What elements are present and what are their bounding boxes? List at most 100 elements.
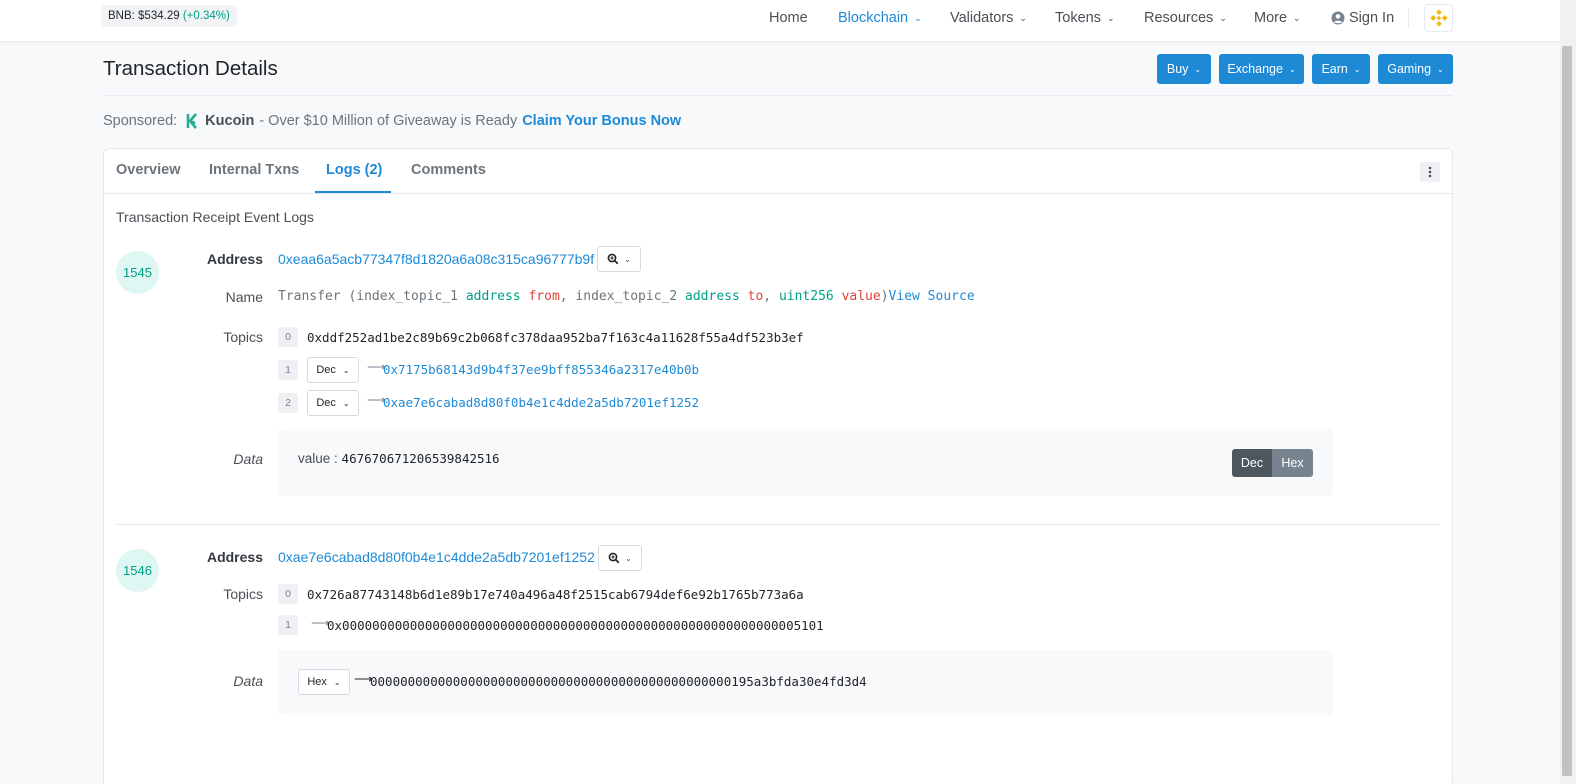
raw-data-hex: 0000000000000000000000000000000000000000… (370, 674, 867, 689)
kucoin-logo-icon (186, 113, 198, 129)
claim-bonus-link[interactable]: Claim Your Bonus Now (522, 113, 681, 129)
tab-overview[interactable]: Overview (116, 162, 181, 178)
view-source-link[interactable]: View Source (889, 289, 975, 304)
param-type: address (465, 289, 521, 304)
topic-index: 2 (278, 393, 298, 413)
bnb-logo-icon (1429, 9, 1448, 27)
decoded-value-label: value : (298, 451, 338, 466)
nav-home-label: Home (769, 10, 808, 26)
data-label: Data (233, 451, 263, 467)
chevron-down-icon: ⌄ (1437, 64, 1444, 74)
raw-data-value: 0000000000000000000000000000000000000000… (370, 674, 867, 689)
address-label: Address (206, 549, 263, 565)
dec-toggle-button[interactable]: Dec (1232, 449, 1272, 477)
topic-value: 0xddf252ad1be2c89b69c2b068fc378daa952ba7… (307, 330, 804, 345)
sign-in-label: Sign In (1349, 10, 1395, 26)
hex-toggle-button[interactable]: Hex (1272, 449, 1313, 477)
chevron-down-icon: ⌄ (1106, 12, 1115, 23)
buy-button[interactable]: Buy ⌄ (1157, 54, 1211, 84)
topic-value: 0x00000000000000000000000000000000000000… (327, 618, 824, 633)
topic-index: 0 (278, 327, 298, 347)
chevron-down-icon: ⌄ (1219, 12, 1227, 23)
nav-tokens[interactable]: Tokens ⌄ (1055, 0, 1115, 36)
chevron-down-icon: ⌄ (914, 12, 922, 23)
sponsor-brand[interactable]: Kucoin (205, 113, 254, 129)
user-circle-icon (1331, 11, 1345, 25)
sign-in-link[interactable]: Sign In (1331, 0, 1394, 36)
nav-home[interactable]: Home (769, 0, 808, 36)
param-type: uint256 (778, 289, 834, 304)
transaction-card: Overview Internal Txns Logs (2) Comments… (103, 148, 1453, 784)
topic-address-link[interactable]: 0xae7e6cabad8d80f0b4e1c4dde2a5db7201ef12… (383, 395, 699, 410)
log-index-badge: 1546 (116, 549, 159, 592)
sponsored-banner: Sponsored: Kucoin - Over $10 Million of … (103, 111, 681, 131)
bnb-price: BNB: $534.29 (108, 10, 180, 22)
name-label: Name (225, 289, 263, 305)
chevron-down-icon: ⌄ (1353, 64, 1361, 74)
tab-logs[interactable]: Logs (2) (326, 162, 382, 178)
search-plus-icon (608, 552, 620, 564)
tab-comments[interactable]: Comments (411, 162, 486, 178)
event-signature-suffix: ) (880, 289, 889, 304)
log-address-link[interactable]: 0xae7e6cabad8d80f0b4e1c4dde2a5db7201ef12… (278, 549, 595, 565)
decoded-value: value : 467670671206539842516 (298, 451, 500, 466)
chevron-down-icon: ⌄ (1019, 12, 1027, 23)
dec-hex-toggle: Dec Hex (1232, 449, 1313, 477)
topic-address-link[interactable]: 0x7175b68143d9b4f37ee9bff855346a2317e40b… (383, 362, 699, 377)
topics-label: Topics (223, 329, 263, 345)
chevron-down-icon: ⌄ (1293, 12, 1301, 23)
chevron-down-icon: ⌄ (342, 365, 350, 375)
param-name: from (528, 289, 560, 304)
search-plus-icon (607, 253, 619, 265)
data-panel: value : 467670671206539842516 Dec Hex (278, 429, 1333, 496)
earn-button[interactable]: Earn ⌄ (1312, 54, 1370, 84)
log-address-link[interactable]: 0xeaa6a5acb77347f8d1820a6a08c315ca96777b… (278, 251, 594, 267)
gaming-button-label: Gaming (1387, 62, 1432, 76)
decoded-value-number: 467670671206539842516 (341, 451, 500, 466)
sponsored-prefix: Sponsored: (103, 113, 178, 129)
chevron-down-icon: ⌄ (342, 398, 350, 408)
topic-index: 0 (278, 584, 298, 604)
gaming-button[interactable]: Gaming ⌄ (1378, 54, 1453, 84)
active-tab-indicator (315, 191, 391, 193)
chevron-down-icon: ⌄ (1288, 64, 1296, 74)
nav-validators[interactable]: Validators ⌄ (950, 0, 1027, 36)
chevron-down-icon: ⌄ (624, 254, 631, 264)
nav-more-label: More (1254, 10, 1288, 26)
param-type: address (685, 289, 740, 304)
data-label: Data (233, 673, 263, 689)
log-index-badge: 1545 (116, 251, 159, 294)
bnb-price-change: (+0.34%) (182, 10, 230, 22)
nav-resources[interactable]: Resources ⌄ (1144, 0, 1227, 36)
address-label: Address (206, 251, 263, 267)
bnb-network-button[interactable] (1424, 4, 1453, 32)
address-filter-button[interactable]: ⌄ (597, 246, 641, 272)
nav-resources-label: Resources (1144, 10, 1214, 26)
event-logs-heading: Transaction Receipt Event Logs (116, 209, 314, 225)
exchange-button[interactable]: Exchange ⌄ (1219, 54, 1304, 84)
nav-blockchain[interactable]: Blockchain ⌄ (838, 0, 922, 36)
nav-divider (1408, 8, 1409, 28)
chevron-down-icon: ⌄ (1194, 64, 1202, 74)
data-format-select[interactable]: Hex ⌄ (298, 669, 350, 695)
chevron-down-icon: ⌄ (333, 677, 341, 687)
tab-internal-txns[interactable]: Internal Txns (209, 162, 299, 178)
vertical-ellipsis-icon (1428, 166, 1432, 178)
topic-format-select[interactable]: Dec ⌄ (307, 390, 359, 416)
event-signature: Transfer (index_topic_1 address from, in… (278, 289, 975, 304)
bnb-price-badge: BNB: $534.29 (+0.34%) (101, 5, 237, 27)
event-signature-part: , index_topic_2 (559, 289, 686, 304)
window-edge (1576, 0, 1592, 784)
more-options-button[interactable] (1420, 162, 1440, 182)
param-name: value (841, 289, 881, 304)
earn-button-label: Earn (1321, 62, 1348, 76)
page-scrollbar-thumb[interactable] (1562, 46, 1572, 776)
topic-index: 1 (278, 615, 298, 635)
address-filter-button[interactable]: ⌄ (598, 545, 642, 571)
page-title: Transaction Details (103, 57, 278, 80)
topic-format-value: Dec (316, 397, 336, 409)
top-header: BNB: $534.29 (+0.34%) Home Blockchain ⌄ … (0, 0, 1560, 42)
nav-more[interactable]: More ⌄ (1254, 0, 1301, 36)
param-name: to (747, 289, 764, 304)
topic-format-select[interactable]: Dec ⌄ (307, 357, 359, 383)
